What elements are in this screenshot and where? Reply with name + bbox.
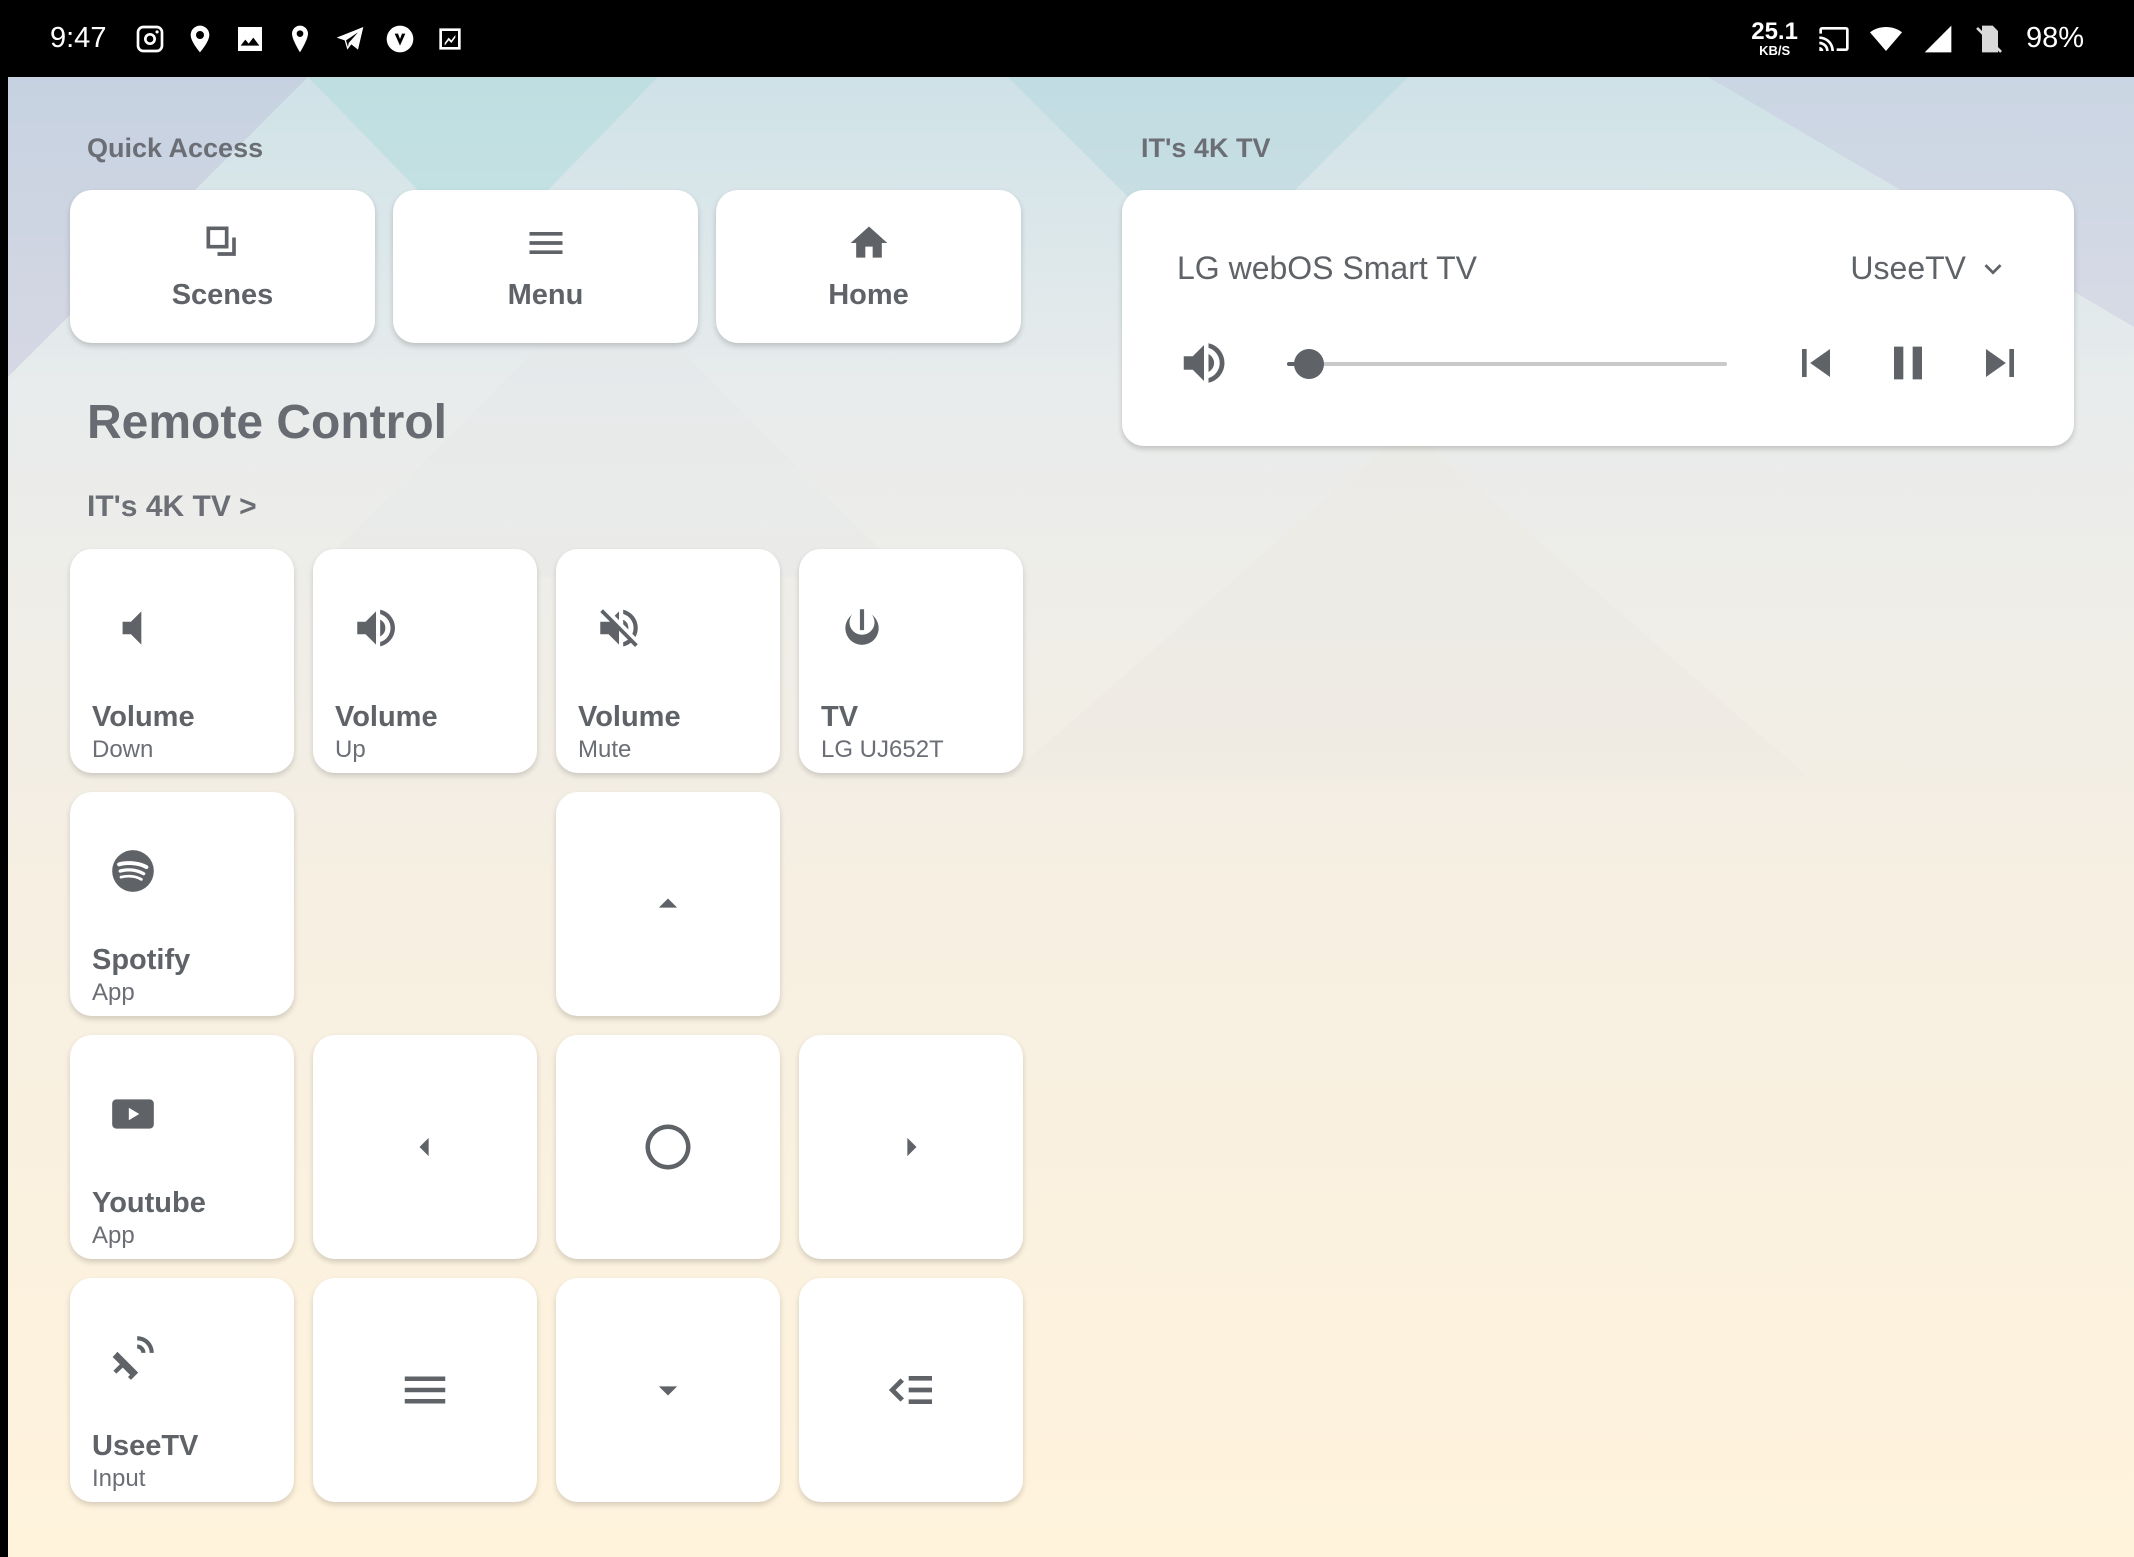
- youtube-icon: [108, 1089, 158, 1139]
- pause-button[interactable]: [1880, 335, 1936, 391]
- tile-name: Volume: [578, 701, 681, 733]
- no-sim-icon: [1974, 23, 2006, 55]
- satellite-icon: [108, 1332, 158, 1382]
- volume-up-tile[interactable]: Volume Up: [313, 549, 537, 773]
- caret-right-icon: [799, 1035, 1023, 1259]
- tile-subtitle: LG UJ652T: [821, 736, 944, 763]
- scenes-label: Scenes: [171, 279, 274, 311]
- useetv-input-tile[interactable]: UseeTV Input: [70, 1278, 294, 1502]
- tile-subtitle: Down: [92, 736, 154, 763]
- source-value: UseeTV: [1850, 250, 1966, 286]
- device-link[interactable]: IT's 4K TV >: [87, 490, 257, 524]
- signal-icon: [1922, 23, 1954, 55]
- status-time: 9:47: [50, 22, 107, 54]
- tv-menu-button[interactable]: [313, 1278, 537, 1502]
- power-icon: [837, 603, 887, 653]
- battery-level: 98%: [2025, 22, 2084, 54]
- home-button[interactable]: Home: [716, 190, 1021, 343]
- device-name: LG webOS Smart TV: [1177, 250, 1477, 286]
- caret-down-icon: [556, 1278, 780, 1502]
- media-player-card: LG webOS Smart TV UseeTV: [1122, 190, 2074, 446]
- circle-icon: [556, 1035, 780, 1259]
- volume-slider-thumb[interactable]: [1294, 349, 1324, 379]
- network-speed: 25.1 KB/S: [1751, 18, 1798, 58]
- next-track-button[interactable]: [1972, 335, 2028, 391]
- remote-control-title: Remote Control: [87, 396, 447, 449]
- skip-next-icon: [1986, 349, 2014, 377]
- telegram-icon: [334, 23, 366, 55]
- tile-subtitle: App: [92, 1222, 135, 1249]
- image-icon: [234, 23, 266, 55]
- maps-pin-icon: [184, 23, 216, 55]
- dpad-ok-button[interactable]: [556, 1035, 780, 1259]
- dashboard: Quick Access IT's 4K TV Scenes Menu Home…: [8, 77, 2134, 1557]
- volume-down-icon: [108, 603, 158, 653]
- menu-icon: [529, 232, 562, 254]
- volume-down-tile[interactable]: Volume Down: [70, 549, 294, 773]
- quick-access-label: Quick Access: [87, 133, 264, 163]
- back-arrow-icon: [799, 1278, 1023, 1502]
- cast-icon: [1818, 23, 1850, 55]
- wifi-icon: [1869, 23, 1902, 55]
- volume-up-icon: [351, 603, 401, 653]
- dpad-left-button[interactable]: [313, 1035, 537, 1259]
- menu-button[interactable]: Menu: [393, 190, 698, 343]
- tile-subtitle: Input: [92, 1465, 146, 1492]
- skip-previous-icon: [1802, 349, 1830, 377]
- dpad-right-button[interactable]: [799, 1035, 1023, 1259]
- back-button[interactable]: [799, 1278, 1023, 1502]
- home-label: Home: [828, 279, 909, 311]
- tile-subtitle: App: [92, 979, 135, 1006]
- tv-power-tile[interactable]: TV LG UJ652T: [799, 549, 1023, 773]
- tile-name: TV: [821, 701, 859, 733]
- instagram-icon: [134, 23, 166, 55]
- scenes-button[interactable]: Scenes: [70, 190, 375, 343]
- dpad-down-button[interactable]: [556, 1278, 780, 1502]
- scenes-icon: [206, 226, 236, 256]
- volume-mute-icon: [594, 603, 644, 653]
- spotify-tile[interactable]: Spotify App: [70, 792, 294, 1016]
- media-section-label: IT's 4K TV: [1141, 133, 1271, 163]
- caret-left-icon: [313, 1035, 537, 1259]
- dpad-up-button[interactable]: [556, 792, 780, 1016]
- menu-icon: [313, 1278, 537, 1502]
- screenshot-icon: [434, 23, 466, 55]
- tile-name: Youtube: [92, 1187, 206, 1219]
- home-icon: [850, 226, 887, 258]
- chevron-down-icon: [1984, 263, 2002, 275]
- vivaldi-icon: [384, 23, 416, 55]
- tile-name: Volume: [92, 701, 195, 733]
- tile-name: Spotify: [92, 944, 191, 976]
- volume-slider[interactable]: [1287, 349, 1727, 379]
- tile-name: Volume: [335, 701, 438, 733]
- volume-button[interactable]: [1177, 336, 1231, 390]
- volume-up-icon: [1183, 343, 1225, 383]
- caret-up-icon: [556, 792, 780, 1016]
- pause-icon: [1894, 346, 1922, 380]
- tile-subtitle: Mute: [578, 736, 632, 763]
- status-bar: 9:47 25.1 KB/S 98%: [0, 0, 2134, 77]
- youtube-tile[interactable]: Youtube App: [70, 1035, 294, 1259]
- tile-subtitle: Up: [335, 736, 366, 763]
- source-select[interactable]: UseeTV: [1850, 250, 2010, 287]
- tile-name: UseeTV: [92, 1430, 199, 1462]
- location-icon: [284, 23, 316, 55]
- volume-mute-tile[interactable]: Volume Mute: [556, 549, 780, 773]
- previous-track-button[interactable]: [1788, 335, 1844, 391]
- menu-label: Menu: [507, 279, 584, 311]
- spotify-icon: [108, 846, 158, 896]
